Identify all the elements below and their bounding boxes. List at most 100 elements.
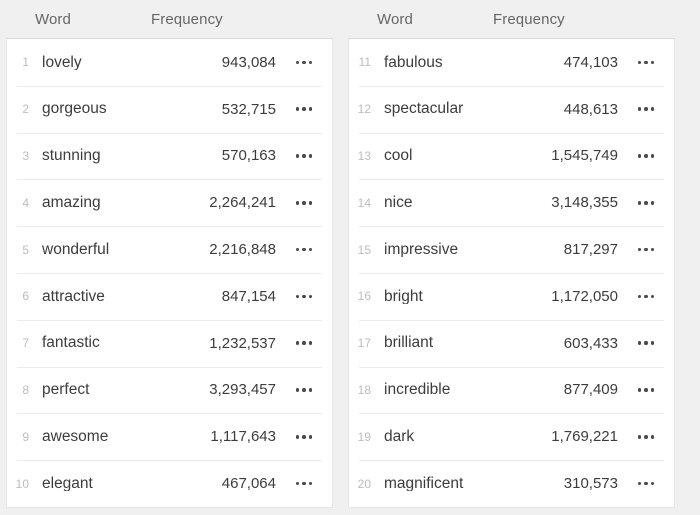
ellipsis-icon	[638, 341, 655, 345]
row-rank: 20	[349, 478, 377, 490]
row-word: brilliant	[377, 335, 488, 351]
row-actions-button[interactable]	[618, 482, 674, 486]
column-header-word[interactable]: Word	[35, 11, 151, 28]
row-word: nice	[377, 195, 488, 211]
row-word: stunning	[35, 148, 146, 164]
row-actions-button[interactable]	[276, 154, 332, 158]
row-rank: 13	[349, 150, 377, 162]
row-actions-button[interactable]	[618, 201, 674, 205]
table-row[interactable]: 20magnificent310,573	[349, 460, 674, 507]
row-rank: 4	[7, 197, 35, 209]
row-rank: 12	[349, 103, 377, 115]
row-frequency: 817,297	[488, 242, 618, 257]
row-word: attractive	[35, 289, 146, 305]
row-actions-button[interactable]	[618, 295, 674, 299]
row-actions-button[interactable]	[618, 435, 674, 439]
table-row[interactable]: 9awesome1,117,643	[7, 413, 332, 460]
row-word: impressive	[377, 242, 488, 258]
row-rank: 10	[7, 478, 35, 490]
row-frequency: 310,573	[488, 476, 618, 491]
row-frequency: 570,163	[146, 148, 276, 163]
table-row[interactable]: 14nice3,148,355	[349, 179, 674, 226]
row-actions-button[interactable]	[276, 388, 332, 392]
row-word: bright	[377, 289, 488, 305]
row-frequency: 3,148,355	[488, 195, 618, 210]
ellipsis-icon	[296, 107, 313, 111]
ellipsis-icon	[296, 435, 313, 439]
ellipsis-icon	[638, 201, 655, 205]
row-rank: 7	[7, 337, 35, 349]
row-frequency: 847,154	[146, 289, 276, 304]
row-rank: 1	[7, 56, 35, 68]
ellipsis-icon	[638, 482, 655, 486]
table-row[interactable]: 16bright1,172,050	[349, 273, 674, 320]
row-rank: 11	[349, 56, 377, 68]
row-actions-button[interactable]	[618, 154, 674, 158]
table-row[interactable]: 3stunning570,163	[7, 133, 332, 180]
ellipsis-icon	[296, 248, 313, 252]
table-row[interactable]: 15impressive817,297	[349, 226, 674, 273]
row-actions-button[interactable]	[276, 248, 332, 252]
row-word: amazing	[35, 195, 146, 211]
ellipsis-icon	[638, 61, 655, 65]
row-actions-button[interactable]	[276, 201, 332, 205]
table-row[interactable]: 4amazing2,264,241	[7, 179, 332, 226]
row-rank: 15	[349, 244, 377, 256]
row-actions-button[interactable]	[276, 295, 332, 299]
row-actions-button[interactable]	[276, 435, 332, 439]
table-row[interactable]: 2gorgeous532,715	[7, 86, 332, 133]
table-row[interactable]: 6attractive847,154	[7, 273, 332, 320]
row-rank: 16	[349, 290, 377, 302]
table-row[interactable]: 10elegant467,064	[7, 460, 332, 507]
row-actions-button[interactable]	[276, 341, 332, 345]
table-row[interactable]: 5wonderful2,216,848	[7, 226, 332, 273]
row-actions-button[interactable]	[276, 107, 332, 111]
row-actions-button[interactable]	[276, 61, 332, 65]
row-rank: 8	[7, 384, 35, 396]
row-actions-button[interactable]	[618, 61, 674, 65]
table-row[interactable]: 7fantastic1,232,537	[7, 320, 332, 367]
ellipsis-icon	[638, 435, 655, 439]
ellipsis-icon	[638, 107, 655, 111]
ellipsis-icon	[638, 154, 655, 158]
row-rank: 3	[7, 150, 35, 162]
table-row[interactable]: 17brilliant603,433	[349, 320, 674, 367]
table-row[interactable]: 18incredible877,409	[349, 367, 674, 414]
column-header-row: WordFrequency	[6, 0, 333, 38]
column-header-row: WordFrequency	[348, 0, 675, 38]
row-word: lovely	[35, 55, 146, 71]
row-word: fantastic	[35, 335, 146, 351]
row-rank: 18	[349, 384, 377, 396]
row-rank: 14	[349, 197, 377, 209]
row-rank: 9	[7, 431, 35, 443]
column-header-frequency[interactable]: Frequency	[493, 11, 629, 28]
row-rank: 5	[7, 244, 35, 256]
column-header-word[interactable]: Word	[377, 11, 493, 28]
row-word: awesome	[35, 429, 146, 445]
row-actions-button[interactable]	[618, 107, 674, 111]
row-word: gorgeous	[35, 101, 146, 117]
row-frequency: 448,613	[488, 102, 618, 117]
table-row[interactable]: 13cool1,545,749	[349, 133, 674, 180]
column-header-frequency[interactable]: Frequency	[151, 11, 287, 28]
table-row[interactable]: 12spectacular448,613	[349, 86, 674, 133]
row-actions-button[interactable]	[618, 388, 674, 392]
ellipsis-icon	[296, 61, 313, 65]
row-frequency: 943,084	[146, 55, 276, 70]
row-word: elegant	[35, 476, 146, 492]
row-word: dark	[377, 429, 488, 445]
row-actions-button[interactable]	[618, 248, 674, 252]
row-frequency: 603,433	[488, 336, 618, 351]
row-rank: 6	[7, 290, 35, 302]
table-row[interactable]: 8perfect3,293,457	[7, 367, 332, 414]
row-frequency: 467,064	[146, 476, 276, 491]
table-row[interactable]: 1lovely943,084	[7, 39, 332, 86]
row-actions-button[interactable]	[618, 341, 674, 345]
table-row[interactable]: 11fabulous474,103	[349, 39, 674, 86]
row-word: wonderful	[35, 242, 146, 258]
table-row[interactable]: 19dark1,769,221	[349, 413, 674, 460]
row-actions-button[interactable]	[276, 482, 332, 486]
row-frequency: 1,769,221	[488, 429, 618, 444]
row-word: fabulous	[377, 55, 488, 71]
row-frequency: 877,409	[488, 382, 618, 397]
